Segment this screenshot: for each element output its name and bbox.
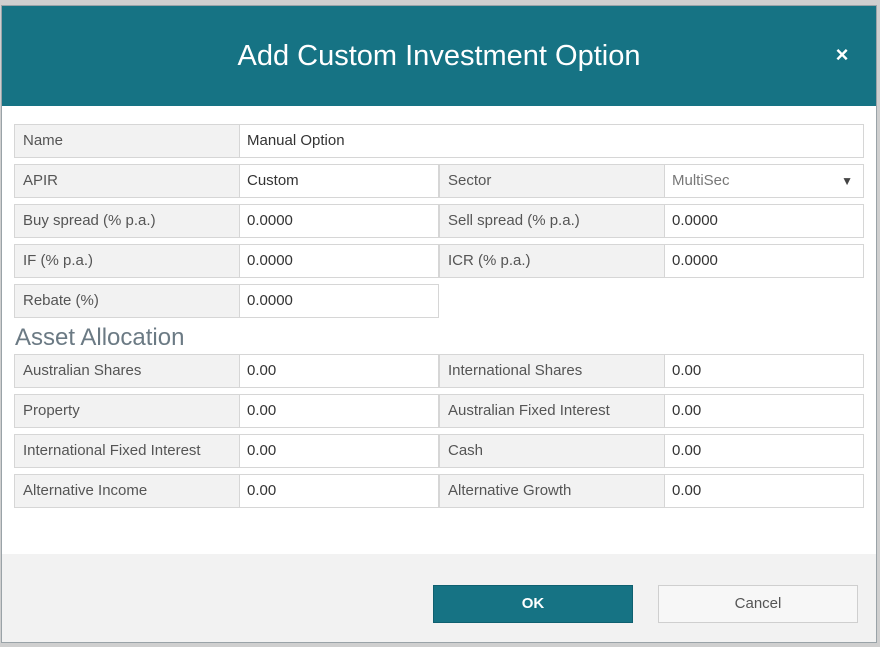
sector-value: MultiSec [672, 172, 730, 189]
name-field[interactable]: Manual Option [239, 124, 864, 158]
buy-spread-field[interactable]: 0.0000 [239, 204, 439, 238]
international-fixed-interest-field[interactable]: 0.00 [239, 434, 439, 468]
australian-fixed-interest-label: Australian Fixed Interest [439, 394, 665, 428]
cancel-button[interactable]: Cancel [658, 585, 858, 623]
close-icon[interactable]: × [830, 43, 854, 67]
icr-label: ICR (% p.a.) [439, 244, 665, 278]
buy-spread-label: Buy spread (% p.a.) [14, 204, 240, 238]
rebate-label: Rebate (%) [14, 284, 240, 318]
property-label: Property [14, 394, 240, 428]
add-custom-investment-dialog: Add Custom Investment Option × Name Manu… [1, 5, 877, 643]
rebate-field[interactable]: 0.0000 [239, 284, 439, 318]
fee-row: IF (% p.a.) 0.0000 ICR (% p.a.) 0.0000 [14, 244, 864, 278]
apir-sector-row: APIR Custom Sector MultiSec ▼ [14, 164, 864, 198]
australian-shares-label: Australian Shares [14, 354, 240, 388]
ok-button[interactable]: OK [433, 585, 633, 623]
international-shares-field[interactable]: 0.00 [664, 354, 864, 388]
sector-label: Sector [439, 164, 665, 198]
international-fixed-interest-label: International Fixed Interest [14, 434, 240, 468]
if-label: IF (% p.a.) [14, 244, 240, 278]
name-row: Name Manual Option [14, 124, 864, 158]
allocation-row: Australian Shares 0.00 International Sha… [14, 354, 864, 388]
alternative-income-field[interactable]: 0.00 [239, 474, 439, 508]
dialog-title: Add Custom Investment Option [237, 40, 641, 72]
spread-row: Buy spread (% p.a.) 0.0000 Sell spread (… [14, 204, 864, 238]
chevron-down-icon[interactable]: ▼ [841, 165, 853, 197]
australian-shares-field[interactable]: 0.00 [239, 354, 439, 388]
apir-label: APIR [14, 164, 240, 198]
alternative-income-label: Alternative Income [14, 474, 240, 508]
icr-field[interactable]: 0.0000 [664, 244, 864, 278]
sell-spread-label: Sell spread (% p.a.) [439, 204, 665, 238]
alternative-growth-field[interactable]: 0.00 [664, 474, 864, 508]
sector-select[interactable]: MultiSec ▼ [664, 164, 864, 198]
dialog-header: Add Custom Investment Option × [2, 6, 876, 106]
if-field[interactable]: 0.0000 [239, 244, 439, 278]
name-label: Name [14, 124, 240, 158]
property-field[interactable]: 0.00 [239, 394, 439, 428]
allocation-row: International Fixed Interest 0.00 Cash 0… [14, 434, 864, 468]
dialog-footer: OK Cancel [2, 554, 876, 642]
cash-field[interactable]: 0.00 [664, 434, 864, 468]
allocation-row: Alternative Income 0.00 Alternative Grow… [14, 474, 864, 508]
australian-fixed-interest-field[interactable]: 0.00 [664, 394, 864, 428]
allocation-row: Property 0.00 Australian Fixed Interest … [14, 394, 864, 428]
asset-allocation-heading: Asset Allocation [15, 324, 185, 351]
rebate-row: Rebate (%) 0.0000 [14, 284, 439, 318]
sell-spread-field[interactable]: 0.0000 [664, 204, 864, 238]
cash-label: Cash [439, 434, 665, 468]
alternative-growth-label: Alternative Growth [439, 474, 665, 508]
international-shares-label: International Shares [439, 354, 665, 388]
apir-field[interactable]: Custom [239, 164, 439, 198]
